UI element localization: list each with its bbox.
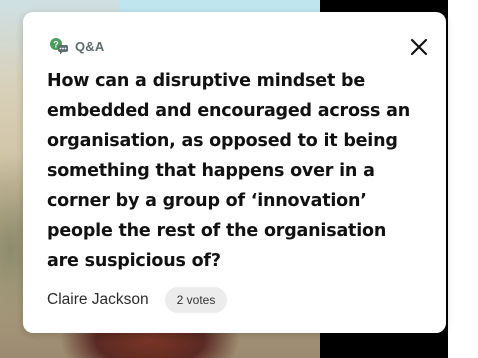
card-header: ? Q&A <box>49 37 105 55</box>
svg-text:?: ? <box>53 40 59 50</box>
close-icon <box>410 38 428 56</box>
question-footer: Claire Jackson 2 votes <box>47 287 228 313</box>
vote-count-badge[interactable]: 2 votes <box>164 287 228 313</box>
author-name: Claire Jackson <box>47 291 149 308</box>
close-button[interactable] <box>408 36 430 58</box>
meeting-stage: ? Q&A How can a disruptive mindset be em… <box>0 0 478 358</box>
question-text: How can a disruptive mindset be embedded… <box>47 71 410 271</box>
qa-label: Q&A <box>75 38 105 54</box>
qa-chat-icon: ? <box>50 38 68 55</box>
qa-question-card: ? Q&A How can a disruptive mindset be em… <box>23 12 446 333</box>
